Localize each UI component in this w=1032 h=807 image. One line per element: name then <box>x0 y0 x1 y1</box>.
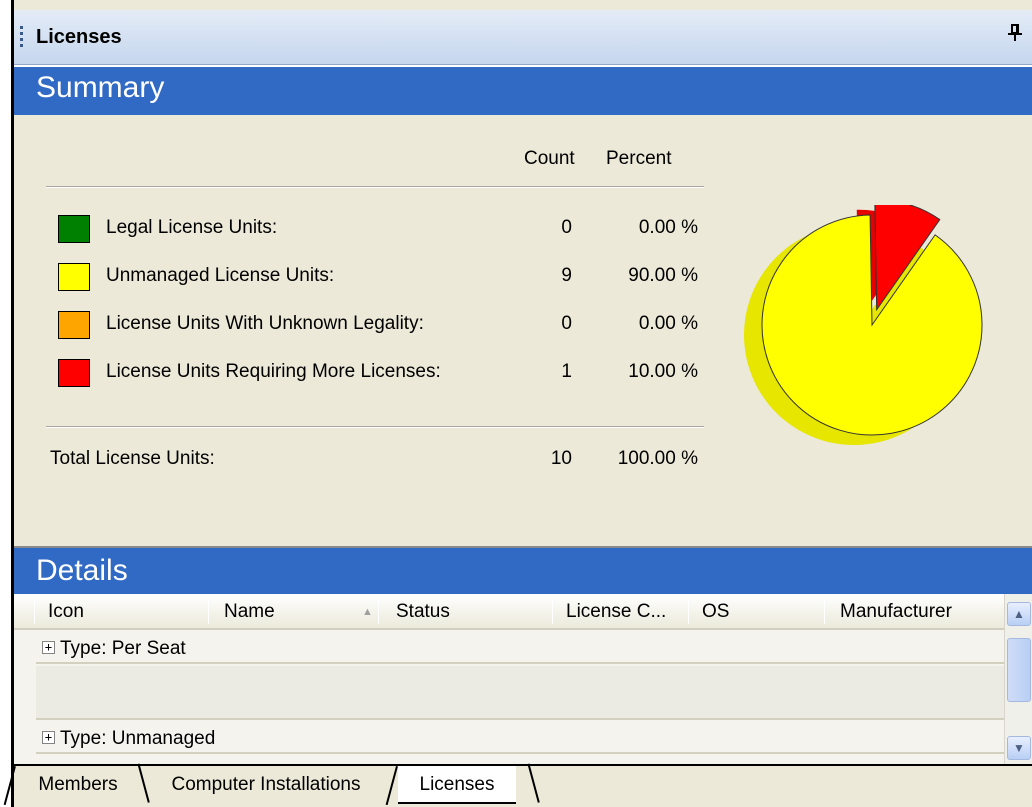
scroll-thumb[interactable] <box>1007 638 1031 702</box>
summary-body: Count Percent Legal License Units: 0 0.00 … <box>14 115 1032 546</box>
summary-row-label: License Units With Unknown Legality: <box>106 313 424 334</box>
legend-swatch <box>58 263 90 291</box>
details-title: Details <box>36 554 128 587</box>
summary-divider-top <box>46 186 704 188</box>
group-label: Type: Per Seat <box>60 638 186 659</box>
panel-left-edge <box>0 0 14 807</box>
summary-row-count: 0 <box>561 217 572 238</box>
pin-icon[interactable] <box>1004 24 1026 48</box>
column-header-status[interactable]: Status <box>396 601 450 623</box>
total-percent: 100.00 % <box>617 448 698 469</box>
vertical-scrollbar[interactable]: ▲ ▼ <box>1004 594 1032 764</box>
tab-members[interactable]: Members <box>18 766 138 804</box>
tab-divider <box>527 763 540 803</box>
legend-swatch <box>58 311 90 339</box>
column-header-manufacturer[interactable]: Manufacturer <box>840 601 952 623</box>
group-label: Type: Unmanaged <box>60 728 216 749</box>
panel-title: Licenses <box>36 26 122 48</box>
total-label: Total License Units: <box>50 448 215 469</box>
summary-row-count: 9 <box>561 265 572 286</box>
summary-row-percent: 0.00 % <box>638 313 698 334</box>
summary-row-count: 1 <box>561 361 572 382</box>
column-separator <box>552 600 553 624</box>
grid-header-row: Icon Name ▲ Status License C... OS Manuf… <box>14 594 1004 630</box>
column-header-license-count[interactable]: License C... <box>566 601 666 623</box>
expand-icon[interactable]: + <box>42 641 55 654</box>
bottom-tab-strip: Members Computer Installations Licenses <box>3 763 1032 807</box>
summary-row-count: 0 <box>561 313 572 334</box>
column-header-name[interactable]: Name <box>224 601 275 623</box>
count-column-header: Count <box>524 148 575 169</box>
panel-titlebar: Licenses <box>14 10 1032 65</box>
legend-swatch <box>58 215 90 243</box>
column-header-os[interactable]: OS <box>702 601 729 623</box>
summary-row-percent: 90.00 % <box>628 265 698 286</box>
summary-row-percent: 0.00 % <box>638 217 698 238</box>
column-separator <box>378 600 379 624</box>
percent-column-header: Percent <box>606 148 672 169</box>
column-separator <box>34 600 35 624</box>
summary-row-label: Unmanaged License Units: <box>106 265 335 286</box>
drag-grip-icon[interactable] <box>20 26 23 50</box>
column-separator <box>688 600 689 624</box>
tab-computer-installations[interactable]: Computer Installations <box>146 766 386 804</box>
licenses-panel: Licenses Summary Count Percent Legal Lic… <box>0 0 1032 807</box>
group-row-unmanaged[interactable]: + Type: Unmanaged <box>36 722 1004 754</box>
license-pie-chart <box>744 205 983 445</box>
column-separator <box>824 600 825 624</box>
total-count: 10 <box>550 448 572 469</box>
column-header-icon[interactable]: Icon <box>48 601 84 623</box>
group-row-empty <box>36 666 1004 720</box>
group-row-per-seat[interactable]: + Type: Per Seat <box>36 632 1004 664</box>
tab-divider <box>385 766 398 806</box>
sort-ascending-icon: ▲ <box>362 606 373 618</box>
summary-section-header: Summary <box>14 65 1032 115</box>
summary-row-label: Legal License Units: <box>106 217 278 238</box>
summary-divider-bottom <box>46 426 704 428</box>
expand-icon[interactable]: + <box>42 731 55 744</box>
details-grid: Icon Name ▲ Status License C... OS Manuf… <box>14 594 1032 764</box>
scroll-up-button[interactable]: ▲ <box>1007 602 1031 626</box>
summary-title: Summary <box>36 71 165 104</box>
details-section-header: Details <box>14 546 1032 594</box>
summary-row-label: License Units Requiring More Licenses: <box>106 361 441 382</box>
tab-licenses[interactable]: Licenses <box>398 766 516 804</box>
column-separator <box>208 600 209 624</box>
legend-swatch <box>58 359 90 387</box>
scroll-down-button[interactable]: ▼ <box>1007 736 1031 760</box>
summary-row-percent: 10.00 % <box>628 361 698 382</box>
